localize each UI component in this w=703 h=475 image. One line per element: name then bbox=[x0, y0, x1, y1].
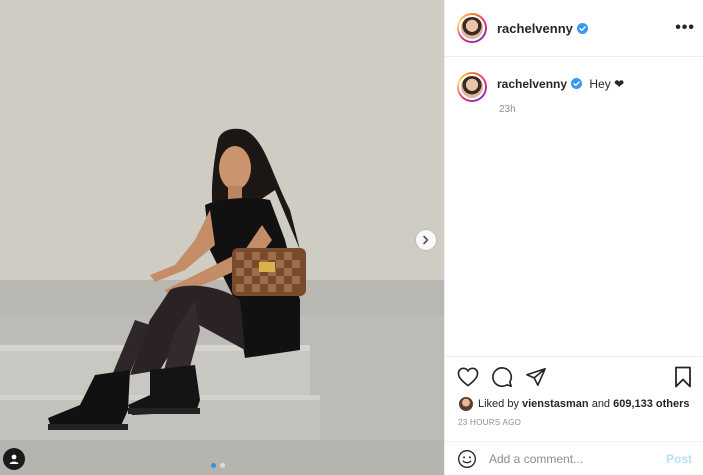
post-timestamp[interactable]: 23 HOURS AGO bbox=[445, 411, 703, 427]
avatar bbox=[459, 74, 485, 100]
comment-input[interactable] bbox=[487, 450, 666, 467]
tagged-users-button[interactable] bbox=[3, 448, 25, 470]
actions-area: Liked by vienstasman and 609,133 others … bbox=[445, 356, 703, 427]
caption-body: Hey ❤ bbox=[589, 77, 625, 91]
user-tag-icon bbox=[8, 453, 20, 465]
carousel-indicator bbox=[211, 463, 225, 468]
verified-badge-icon bbox=[576, 22, 588, 34]
post-photo[interactable] bbox=[0, 0, 444, 475]
username-text: rachelvenny bbox=[497, 20, 573, 36]
carousel-dot bbox=[220, 463, 225, 468]
caption-block: rachelvenny Hey ❤ 23h bbox=[457, 72, 697, 115]
emoji-icon[interactable] bbox=[457, 449, 477, 469]
post-header: rachelvenny ••• bbox=[445, 0, 703, 57]
heart-icon[interactable] bbox=[457, 367, 479, 387]
caption-text: rachelvenny Hey ❤ bbox=[497, 77, 624, 91]
caption-username[interactable]: rachelvenny bbox=[497, 77, 567, 91]
likes-middle: and bbox=[588, 398, 614, 410]
comment-bar: Post bbox=[445, 441, 703, 475]
post-details-panel: rachelvenny ••• rachelvenny Hey ❤ 23h Li… bbox=[444, 0, 703, 475]
carousel-dot bbox=[211, 463, 216, 468]
bookmark-icon[interactable] bbox=[674, 366, 692, 388]
liker-username[interactable]: vienstasman bbox=[522, 398, 589, 410]
profile-avatar-ring[interactable] bbox=[457, 13, 487, 43]
next-slide-button[interactable] bbox=[416, 230, 436, 250]
username-link[interactable]: rachelvenny bbox=[497, 21, 588, 36]
likes-prefix: Liked by bbox=[478, 398, 519, 410]
comment-icon[interactable] bbox=[491, 366, 513, 388]
post-image bbox=[0, 0, 444, 475]
caption-timestamp[interactable]: 23h bbox=[499, 104, 697, 115]
chevron-right-icon bbox=[421, 235, 431, 245]
likes-count[interactable]: 609,133 others bbox=[613, 398, 689, 410]
post-comment-button[interactable]: Post bbox=[666, 452, 692, 466]
caption-avatar-ring[interactable] bbox=[457, 72, 487, 102]
action-bar bbox=[445, 357, 703, 389]
avatar bbox=[459, 397, 473, 411]
avatar bbox=[459, 15, 485, 41]
likes-summary: Liked by vienstasman and 609,133 others bbox=[445, 389, 703, 411]
share-icon[interactable] bbox=[525, 367, 547, 387]
more-options-icon[interactable]: ••• bbox=[675, 19, 695, 37]
verified-badge-icon bbox=[571, 78, 583, 89]
